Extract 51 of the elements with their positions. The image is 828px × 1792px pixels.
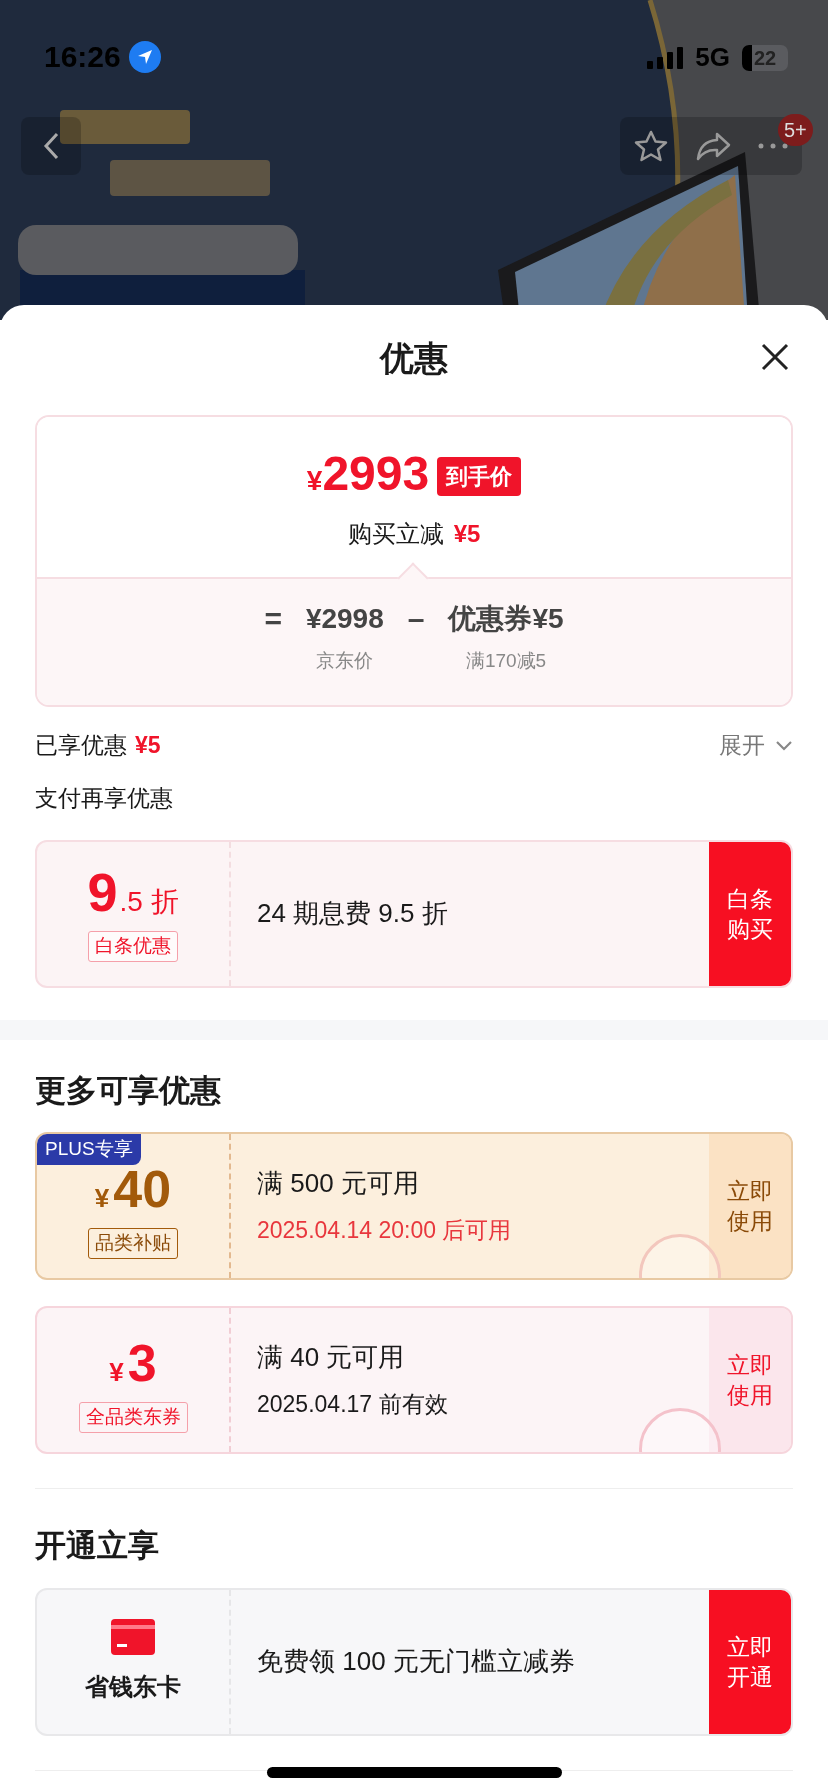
offer-tag: 白条优惠 <box>88 931 178 962</box>
coupon-condition: 满 500 元可用 <box>257 1167 420 1201</box>
action-button[interactable]: 白条购买 <box>709 841 791 986</box>
plus-badge: PLUS专享 <box>37 1134 141 1165</box>
coupon-amount: 3 <box>127 1337 157 1390</box>
term-caption: 京东价 <box>316 649 374 673</box>
offer-text: 24 期息费 9.5 折 <box>257 897 448 930</box>
signal-icon <box>647 46 684 69</box>
card-icon <box>111 1618 155 1655</box>
currency-symbol: ¥ <box>306 465 323 498</box>
action-button[interactable]: 立即使用 <box>709 1308 791 1452</box>
back-button[interactable] <box>21 117 81 175</box>
action-button[interactable]: 立即开通 <box>709 1589 791 1734</box>
network-label: 5G <box>695 41 730 74</box>
savings-amount: ¥5 <box>135 730 161 760</box>
currency-symbol: ¥ <box>94 1182 110 1216</box>
price-term: ¥2998 <box>305 602 384 636</box>
currency-symbol: ¥ <box>109 1356 124 1390</box>
close-icon <box>760 342 790 372</box>
operator-sign: = <box>264 601 282 637</box>
coupon-tag: 全品类东券 <box>78 1402 188 1433</box>
star-icon[interactable] <box>633 130 668 162</box>
expand-toggle[interactable]: 展开 <box>719 727 793 763</box>
battery-icon: 22 <box>742 44 788 71</box>
price-term: 优惠券¥5 <box>448 602 564 636</box>
section-heading: 开通立享 <box>35 1527 160 1565</box>
discount-unit: .5 折 <box>119 885 179 920</box>
price-tag: 到手价 <box>437 456 522 496</box>
term-caption: 满170减5 <box>465 649 547 673</box>
share-icon[interactable] <box>695 131 731 161</box>
status-time: 16:26 <box>44 39 121 75</box>
offer-text: 免费领 100 元无门槛立减券 <box>257 1645 575 1678</box>
reduction-label: 购买立减 <box>347 519 444 549</box>
savings-label: 已享优惠 <box>35 730 127 760</box>
card-name: 省钱东卡 <box>85 1671 181 1702</box>
operator-sign: – <box>407 601 425 637</box>
action-button[interactable]: 立即使用 <box>709 1134 791 1278</box>
coupon-validity: 2025.04.14 20:00 后可用 <box>257 1216 513 1246</box>
coupon-condition: 满 40 元可用 <box>257 1341 406 1375</box>
back-icon <box>43 132 59 160</box>
reduction-amount: ¥5 <box>453 519 481 549</box>
coupon-tag: 品类补贴 <box>88 1228 178 1259</box>
section-heading: 支付再享优惠 <box>35 784 174 813</box>
discount-number: 9 <box>87 865 118 920</box>
coupon-validity: 2025.04.17 前有效 <box>257 1390 449 1420</box>
coupon-amount: 40 <box>113 1163 172 1216</box>
chevron-icon <box>775 738 793 752</box>
final-price: 2993 <box>322 450 430 498</box>
section-heading: 更多可享优惠 <box>35 1071 222 1110</box>
more-icon[interactable] <box>758 143 789 149</box>
sheet-title: 优惠 <box>380 337 448 379</box>
